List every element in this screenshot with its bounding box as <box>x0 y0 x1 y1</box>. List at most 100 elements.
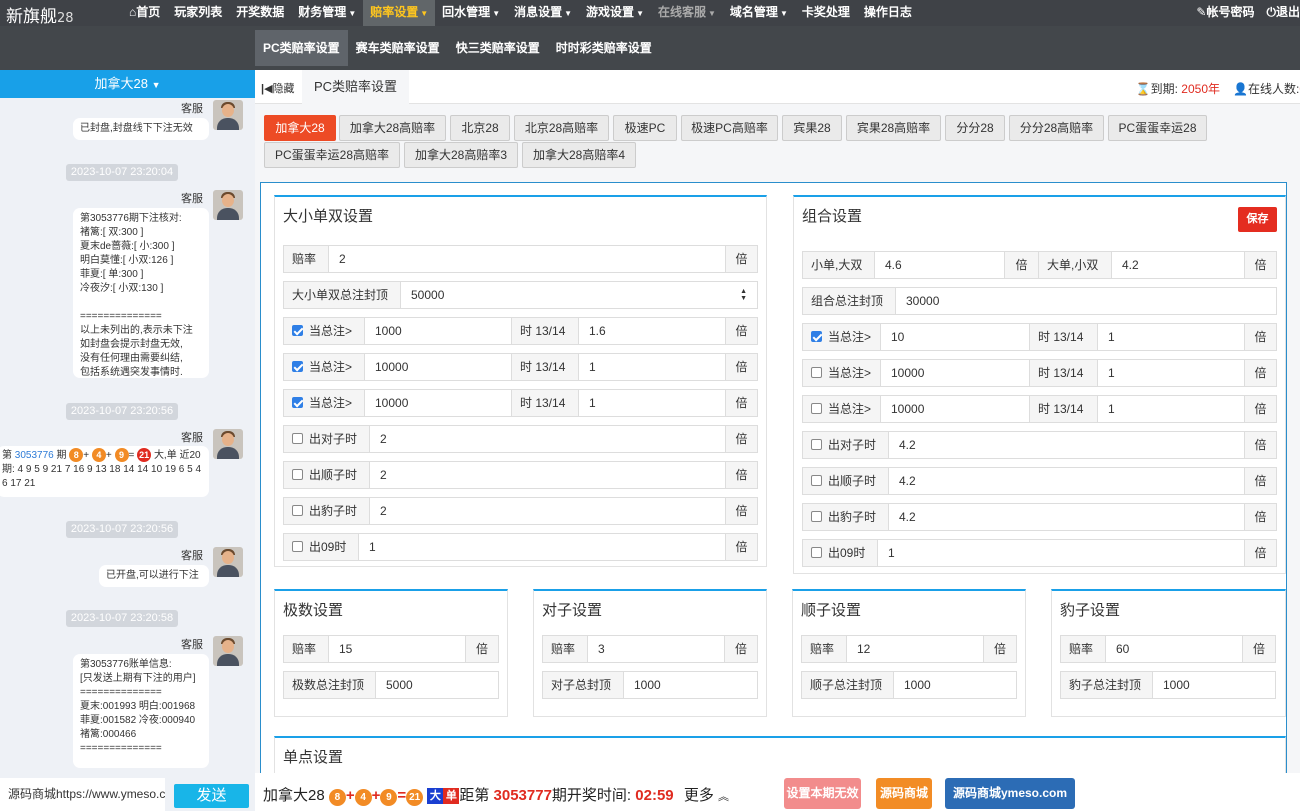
subnav-k3-odds[interactable]: 快三类赔率设置 <box>448 30 548 66</box>
checkbox[interactable] <box>811 331 822 342</box>
app-logo[interactable]: 新旗舰28 <box>6 2 74 27</box>
special-label[interactable]: 出09时 <box>283 533 359 561</box>
source-site-button[interactable]: 源码商城ymeso.com <box>945 778 1075 809</box>
chat-message-list[interactable]: 客服 已封盘,封盘线下下注无效 2023-10-07 23:20:04 客服 第… <box>0 98 255 770</box>
special-label[interactable]: 出09时 <box>802 539 878 567</box>
game-tab[interactable]: 加拿大28高赔率4 <box>522 142 636 168</box>
special-odds-input[interactable]: 2 <box>369 497 726 525</box>
nav-rebate[interactable]: 回水管理 ▼ <box>435 0 507 26</box>
page-tab-pc-odds[interactable]: PC类赔率设置 <box>302 70 409 105</box>
threshold-odds-input[interactable]: 1.6 <box>578 317 726 345</box>
nav-finance[interactable]: 财务管理 ▼ <box>291 0 363 26</box>
combo-a-input[interactable]: 4.6 <box>874 251 1005 279</box>
special-odds-input[interactable]: 1 <box>877 539 1245 567</box>
threshold-odds-input[interactable]: 1 <box>1097 323 1245 351</box>
game-tab[interactable]: 加拿大28高赔率3 <box>404 142 518 168</box>
threshold-amount-input[interactable]: 10 <box>880 323 1030 351</box>
chat-input[interactable]: 源码商城https://www.ymeso.com <box>0 778 165 811</box>
subnav-racing-odds[interactable]: 赛车类赔率设置 <box>348 30 448 66</box>
nav-operation-log[interactable]: 操作日志 <box>857 0 919 26</box>
save-button[interactable]: 保存 <box>1238 207 1277 232</box>
game-tab[interactable]: 宾果28高赔率 <box>846 115 941 141</box>
checkbox[interactable] <box>292 469 303 480</box>
nav-lottery-data[interactable]: 开奖数据 <box>229 0 291 26</box>
special-label[interactable]: 出顺子时 <box>283 461 370 489</box>
nav-home[interactable]: ⌂首页 <box>122 0 167 26</box>
threshold-amount-input[interactable]: 1000 <box>364 317 512 345</box>
threshold-amount-input[interactable]: 10000 <box>364 353 512 381</box>
special-odds-input[interactable]: 4.2 <box>888 431 1245 459</box>
hide-sidebar-button[interactable]: |◀隐藏 <box>261 80 295 96</box>
cap-input[interactable]: 1000 <box>893 671 1017 699</box>
threshold-amount-input[interactable]: 10000 <box>364 389 512 417</box>
checkbox[interactable] <box>811 475 822 486</box>
checkbox[interactable] <box>292 541 303 552</box>
nav-game-settings[interactable]: 游戏设置 ▼ <box>579 0 651 26</box>
threshold-label[interactable]: 当总注> <box>802 323 881 351</box>
game-tab[interactable]: 北京28 <box>450 115 510 141</box>
special-odds-input[interactable]: 1 <box>358 533 726 561</box>
account-password-link[interactable]: ✎帐号密码 <box>1190 0 1260 26</box>
checkbox[interactable] <box>292 505 303 516</box>
checkbox[interactable] <box>292 361 303 372</box>
threshold-label[interactable]: 当总注> <box>283 389 365 417</box>
invalidate-issue-button[interactable]: 设置本期无效 <box>784 778 861 809</box>
threshold-label[interactable]: 当总注> <box>283 317 365 345</box>
more-link[interactable]: 更多 ︽ <box>684 787 729 804</box>
game-tab[interactable]: PC蛋蛋幸运28 <box>1108 115 1207 141</box>
checkbox[interactable] <box>811 367 822 378</box>
combo-b-input[interactable]: 4.2 <box>1111 251 1245 279</box>
checkbox[interactable] <box>292 397 303 408</box>
nav-messages[interactable]: 消息设置 ▼ <box>507 0 579 26</box>
threshold-odds-input[interactable]: 1 <box>578 389 726 417</box>
game-tab[interactable]: 分分28 <box>945 115 1005 141</box>
nav-players[interactable]: 玩家列表 <box>167 0 229 26</box>
odds-input[interactable]: 15 <box>328 635 466 663</box>
cap-input[interactable]: 1000 <box>623 671 758 699</box>
special-label[interactable]: 出对子时 <box>283 425 370 453</box>
special-label[interactable]: 出豹子时 <box>802 503 889 531</box>
nav-odds-settings[interactable]: 赔率设置 ▼ <box>363 0 436 26</box>
game-tab[interactable]: 加拿大28 <box>264 115 336 141</box>
special-label[interactable]: 出豹子时 <box>283 497 370 525</box>
odds-input[interactable]: 2 <box>328 245 726 273</box>
checkbox[interactable] <box>811 511 822 522</box>
game-tab[interactable]: 加拿大28高赔率 <box>339 115 446 141</box>
game-tab[interactable]: 极速PC高赔率 <box>681 115 778 141</box>
threshold-odds-input[interactable]: 1 <box>1097 395 1245 423</box>
spinner-icon[interactable]: ▲ ▼ <box>740 288 747 302</box>
game-tab[interactable]: 分分28高赔率 <box>1009 115 1104 141</box>
special-odds-input[interactable]: 4.2 <box>888 503 1245 531</box>
special-odds-input[interactable]: 2 <box>369 461 726 489</box>
chat-room-selector[interactable]: 加拿大28 ▼ <box>0 70 255 98</box>
game-tab[interactable]: 北京28高赔率 <box>514 115 609 141</box>
nav-online-service[interactable]: 在线客服 ▼ <box>651 0 723 26</box>
threshold-odds-input[interactable]: 1 <box>578 353 726 381</box>
result-issue[interactable]: 3053776 <box>15 450 54 461</box>
checkbox[interactable] <box>292 325 303 336</box>
nav-prize-handling[interactable]: 卡奖处理 <box>795 0 857 26</box>
threshold-amount-input[interactable]: 10000 <box>880 395 1030 423</box>
logout-link[interactable]: ⏻退出 <box>1260 0 1300 26</box>
cap-input[interactable]: 5000 <box>375 671 499 699</box>
threshold-label[interactable]: 当总注> <box>283 353 365 381</box>
nav-domains[interactable]: 域名管理 ▼ <box>723 0 795 26</box>
send-button[interactable]: 发送 <box>174 784 249 808</box>
odds-input[interactable]: 3 <box>587 635 725 663</box>
special-label[interactable]: 出顺子时 <box>802 467 889 495</box>
cap-input[interactable]: 50000 ▲ ▼ <box>400 281 758 309</box>
threshold-odds-input[interactable]: 1 <box>1097 359 1245 387</box>
checkbox[interactable] <box>811 547 822 558</box>
special-label[interactable]: 出对子时 <box>802 431 889 459</box>
checkbox[interactable] <box>292 433 303 444</box>
special-odds-input[interactable]: 2 <box>369 425 726 453</box>
source-shop-button[interactable]: 源码商城 <box>876 778 932 809</box>
game-tab[interactable]: PC蛋蛋幸运28高赔率 <box>264 142 400 168</box>
odds-input[interactable]: 60 <box>1105 635 1243 663</box>
subnav-pc-odds[interactable]: PC类赔率设置 <box>255 30 348 66</box>
game-tab[interactable]: 极速PC <box>613 115 677 141</box>
cap-input[interactable]: 1000 <box>1152 671 1276 699</box>
checkbox[interactable] <box>811 403 822 414</box>
threshold-label[interactable]: 当总注> <box>802 359 881 387</box>
game-tab[interactable]: 宾果28 <box>782 115 842 141</box>
